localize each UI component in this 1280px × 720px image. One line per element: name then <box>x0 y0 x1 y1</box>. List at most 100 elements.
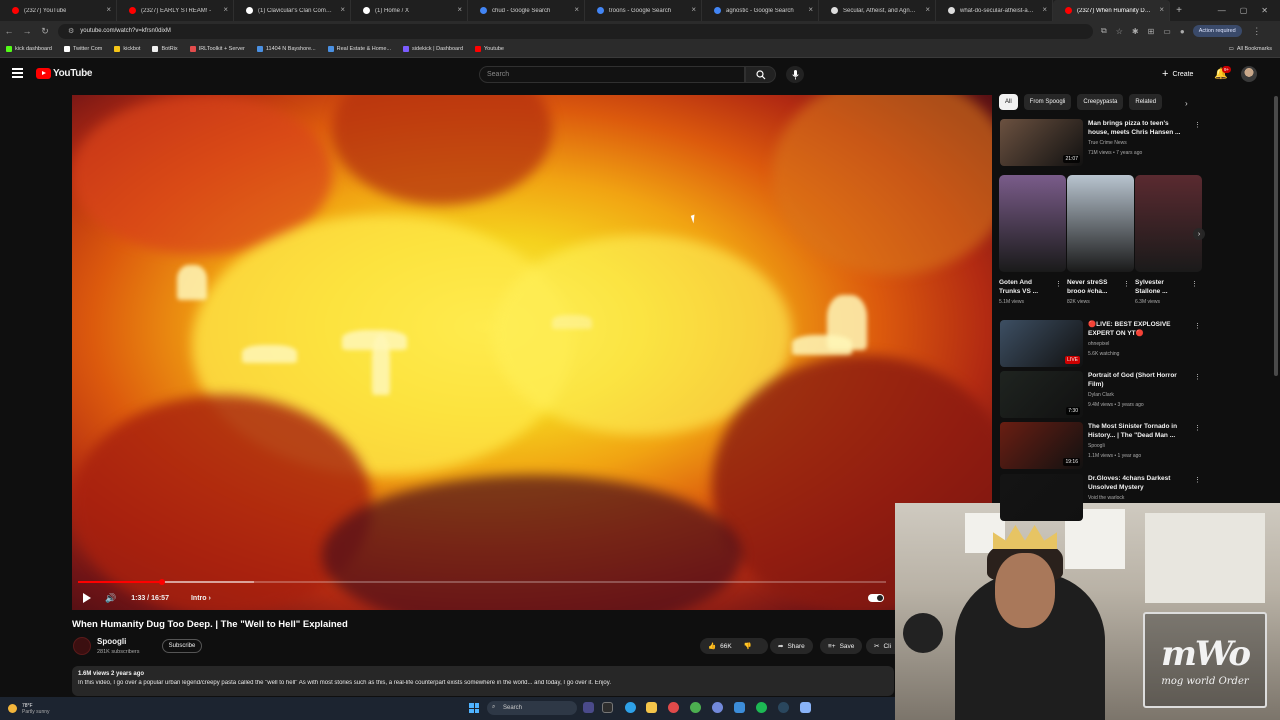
bookmark-item[interactable]: kickbot <box>114 46 140 52</box>
bookmark-item[interactable]: sidekick | Dashboard <box>403 46 463 52</box>
page-scrollbar[interactable] <box>1274 96 1278 376</box>
more-options-icon[interactable]: ⋮ <box>1194 121 1201 129</box>
browser-tab[interactable]: (2327) EARLY STREAM! - × <box>117 0 234 21</box>
shelf-next-chevron-icon[interactable]: › <box>1193 228 1205 240</box>
bookmark-item[interactable]: BotRix <box>152 46 178 52</box>
more-options-icon[interactable]: ⋮ <box>1194 476 1201 484</box>
short-item[interactable]: Never streSS brooo #cha... 82K views ⋮ <box>1067 175 1134 305</box>
recommended-video[interactable]: LIVE 🔴LIVE: BEST EXPLOSIVE EXPERT ON YT🔴 o… <box>1000 320 1201 368</box>
create-button[interactable]: + Create <box>1162 68 1193 80</box>
volume-icon[interactable]: 🔊 <box>105 593 116 604</box>
recommended-channel[interactable]: Spoogli <box>1088 443 1105 449</box>
spotify-icon[interactable] <box>756 702 767 713</box>
new-tab-icon[interactable]: + <box>1170 5 1188 16</box>
chrome-icon[interactable] <box>690 702 701 713</box>
recommended-video[interactable]: 21:07 Man brings pizza to teen's house, m… <box>1000 119 1201 167</box>
recommended-video[interactable]: 7:30 Portrait of God (Short Horror Film) D… <box>1000 371 1201 419</box>
action-required-button[interactable]: Action required <box>1192 25 1242 37</box>
tab-close-icon[interactable]: × <box>925 6 930 14</box>
bookmark-item[interactable]: 11404 N Bayshore... <box>256 46 316 52</box>
recommended-channel[interactable]: Void the warlock <box>1088 495 1124 501</box>
more-options-icon[interactable]: ⋮ <box>1123 280 1130 288</box>
bookmark-item[interactable]: Twitter Com <box>64 46 102 52</box>
tab-close-icon[interactable]: × <box>808 6 813 14</box>
bookmark-item[interactable]: Youtube <box>475 46 504 52</box>
short-thumbnail[interactable] <box>999 175 1066 272</box>
close-window-icon[interactable]: ✕ <box>1261 6 1268 15</box>
app-icon[interactable] <box>668 702 679 713</box>
browser-tab[interactable]: what-do-secular-atheist-agno × <box>936 0 1053 21</box>
thumbs-up-icon[interactable]: 👍 <box>708 642 716 650</box>
search-button[interactable] <box>745 66 776 83</box>
video-thumbnail[interactable]: 19:16 <box>1000 422 1083 469</box>
more-options-icon[interactable]: ⋮ <box>1194 373 1201 381</box>
bookmark-item[interactable]: Real Estate & Home... <box>327 46 391 52</box>
youtube-logo[interactable]: YouTube <box>36 68 93 79</box>
browser-tab[interactable]: (1) Clavicular's Clan Communi × <box>234 0 351 21</box>
more-options-icon[interactable]: ⋮ <box>1194 424 1201 432</box>
share-button[interactable]: ➦ Share <box>770 638 813 654</box>
url-field[interactable]: ⚙ youtube.com/watch?v=kfrsn0dixM <box>58 23 1093 39</box>
hamburger-menu-icon[interactable] <box>12 68 23 78</box>
video-thumbnail[interactable]: 21:07 <box>1000 119 1083 166</box>
browser-tab[interactable]: Secular, Atheist, and Agnostic × <box>819 0 936 21</box>
browser-tab[interactable]: (1) Home / X × <box>351 0 468 21</box>
calculator-icon[interactable] <box>734 702 745 713</box>
account-avatar[interactable] <box>1241 66 1257 82</box>
sidepanel-icon[interactable]: ▭ <box>1163 27 1171 36</box>
taskview-icon[interactable] <box>583 702 594 713</box>
windows-start-icon[interactable] <box>469 703 479 713</box>
maximize-icon[interactable]: ▢ <box>1240 6 1248 15</box>
chip-from-spoogli[interactable]: From Spoogli <box>1023 94 1072 110</box>
discord-icon[interactable] <box>712 702 723 713</box>
voice-search-button[interactable] <box>786 66 804 83</box>
short-item[interactable]: Goten And Trunks VS ... 5.1M views ⋮ <box>999 175 1066 305</box>
video-progress-bar[interactable] <box>78 579 886 585</box>
recommended-title[interactable]: 🔴LIVE: BEST EXPLOSIVE EXPERT ON YT🔴 <box>1088 320 1188 338</box>
search-input[interactable]: Search <box>479 66 745 83</box>
browser-tab[interactable]: (2327) When Humanity Dug T × <box>1053 0 1170 21</box>
browser-tab[interactable]: chud - Google Search × <box>468 0 585 21</box>
install-icon[interactable]: ⧉ <box>1101 26 1107 36</box>
short-title[interactable]: Sylvester Stallone ... <box>1135 278 1189 296</box>
tab-close-icon[interactable]: × <box>106 6 111 14</box>
recommended-channel[interactable]: ohnepixel <box>1088 341 1109 347</box>
edge-icon[interactable] <box>625 702 636 713</box>
subscribe-button[interactable]: Subscribe <box>162 639 202 653</box>
tab-close-icon[interactable]: × <box>340 6 345 14</box>
browser-menu-icon[interactable]: ⋮ <box>1248 26 1266 37</box>
play-icon[interactable] <box>83 593 91 603</box>
tab-close-icon[interactable]: × <box>574 6 579 14</box>
browser-tab[interactable]: troons - Google Search × <box>585 0 702 21</box>
recommended-title[interactable]: The Most Sinister Tornado in History... … <box>1088 422 1188 440</box>
video-player[interactable] <box>72 95 992 610</box>
profile-icon[interactable]: ● <box>1180 27 1185 36</box>
app-icon-2[interactable] <box>800 702 811 713</box>
recommended-title[interactable]: Man brings pizza to teen's house, meets … <box>1088 119 1188 137</box>
video-thumbnail[interactable]: 7:30 <box>1000 371 1083 418</box>
recommended-video[interactable]: 19:16 The Most Sinister Tornado in Histor… <box>1000 422 1201 470</box>
bookmark-star-icon[interactable]: ☆ <box>1116 27 1123 36</box>
tab-close-icon[interactable]: × <box>223 6 228 14</box>
reload-icon[interactable]: ↻ <box>36 26 54 37</box>
video-thumbnail[interactable]: LIVE <box>1000 320 1083 367</box>
short-thumbnail[interactable] <box>1067 175 1134 272</box>
chip-all[interactable]: All <box>999 94 1018 110</box>
recommended-channel[interactable]: Dylan Clark <box>1088 392 1114 398</box>
browser-tab[interactable]: agnostic - Google Search × <box>702 0 819 21</box>
taskbar-search[interactable]: ⌕ Search <box>487 701 577 715</box>
desktop-icon[interactable] <box>602 702 613 713</box>
recommended-title[interactable]: Portrait of God (Short Horror Film) <box>1088 371 1188 389</box>
steam-icon[interactable] <box>778 702 789 713</box>
recommended-video[interactable]: Dr.Gloves: 4chans Darkest Unsolved Myste… <box>1000 474 1201 522</box>
back-icon[interactable]: ← <box>0 26 18 36</box>
channel-name[interactable]: Spoogli <box>97 637 126 646</box>
like-count[interactable]: 66K <box>720 643 732 650</box>
short-item[interactable]: Sylvester Stallone ... 6.3M views ⋮ <box>1135 175 1202 305</box>
chip-creepypasta[interactable]: Creepypasta <box>1077 94 1124 110</box>
more-options-icon[interactable]: ⋮ <box>1194 322 1201 330</box>
video-thumbnail[interactable] <box>1000 474 1083 521</box>
all-bookmarks-button[interactable]: ▭ All Bookmarks <box>1229 46 1272 52</box>
extension-icon[interactable]: ✱ <box>1132 27 1139 36</box>
bookmark-item[interactable]: IRLToolkit + Server <box>189 46 245 52</box>
